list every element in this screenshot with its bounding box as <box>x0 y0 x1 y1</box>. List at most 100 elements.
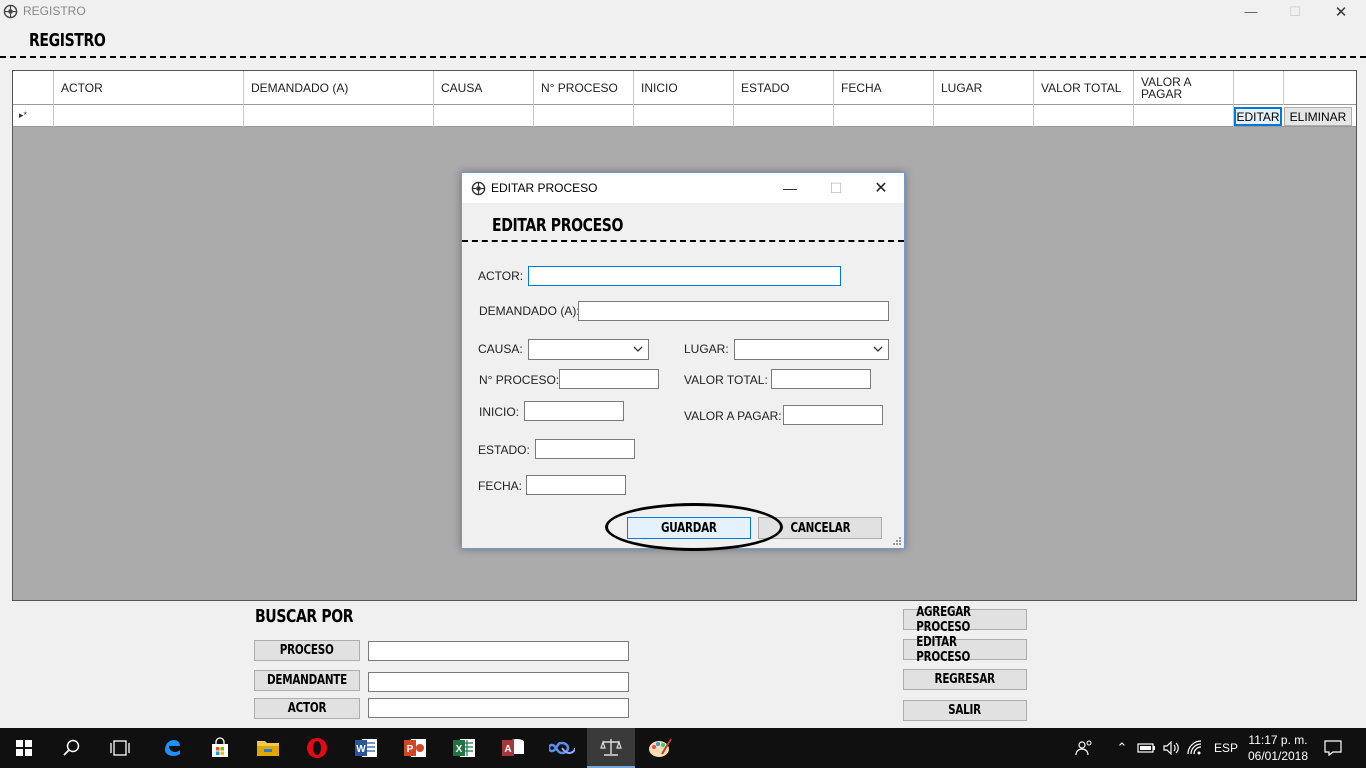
svg-text:W: W <box>356 744 366 755</box>
svg-text:X: X <box>456 744 463 755</box>
paint-icon[interactable] <box>636 728 684 768</box>
column-header-estado[interactable]: ESTADO <box>734 71 834 105</box>
column-header-eliminar <box>1284 71 1356 105</box>
column-header-inicio[interactable]: INICIO <box>634 71 734 105</box>
column-header-lugar[interactable]: LUGAR <box>934 71 1034 105</box>
search-icon[interactable] <box>48 728 96 768</box>
taskbar: W P X A ⌃ ESP 11:17 p. m. 06/01/2018 <box>0 728 1366 768</box>
valor-total-field[interactable] <box>771 369 871 389</box>
dialog-close-button[interactable]: ✕ <box>859 173 903 203</box>
cell-actor[interactable] <box>54 105 244 127</box>
store-icon[interactable] <box>196 728 244 768</box>
app-icon <box>3 4 18 19</box>
edit-process-dialog: EDITAR PROCESO — ☐ ✕ EDITAR PROCESO ACTO… <box>461 172 905 551</box>
lugar-label: LUGAR: <box>684 342 729 356</box>
estado-field[interactable] <box>535 439 635 459</box>
wifi-icon[interactable] <box>1184 728 1208 768</box>
minimize-button[interactable]: — <box>1228 0 1274 23</box>
column-header-causa[interactable]: CAUSA <box>434 71 534 105</box>
search-proceso-input[interactable] <box>368 641 629 661</box>
heading-divider <box>0 56 1366 58</box>
cell-demandado[interactable] <box>244 105 434 127</box>
column-header-demandado[interactable]: DEMANDADO (A) <box>244 71 434 105</box>
file-explorer-icon[interactable] <box>244 728 292 768</box>
notifications-icon[interactable] <box>1318 728 1348 768</box>
word-icon[interactable]: W <box>342 728 390 768</box>
dialog-heading-divider <box>462 240 904 242</box>
volume-icon[interactable] <box>1160 728 1184 768</box>
language-indicator[interactable]: ESP <box>1214 741 1238 755</box>
fecha-field[interactable] <box>526 475 626 495</box>
column-header-valor-pagar[interactable]: VALOR A PAGAR <box>1134 71 1234 105</box>
causa-label: CAUSA: <box>478 342 523 356</box>
cell-n-proceso[interactable] <box>534 105 634 127</box>
grid-header: ACTOR DEMANDADO (A) CAUSA N° PROCESO INI… <box>13 71 1356 105</box>
salir-label: SALIR <box>948 703 982 718</box>
inicio-field[interactable] <box>524 401 624 421</box>
resize-grip-icon[interactable] <box>892 536 902 546</box>
column-header-n-proceso[interactable]: N° PROCESO <box>534 71 634 105</box>
search-demandante-input[interactable] <box>368 672 629 692</box>
column-header-fecha[interactable]: FECHA <box>834 71 934 105</box>
cell-estado[interactable] <box>734 105 834 127</box>
cell-lugar[interactable] <box>934 105 1034 127</box>
maximize-icon: ☐ <box>1289 3 1301 19</box>
editar-proceso-button[interactable]: EDITAR PROCESO <box>903 635 1027 665</box>
salir-button[interactable]: SALIR <box>903 700 1027 721</box>
excel-icon[interactable]: X <box>440 728 488 768</box>
windows-start-icon[interactable] <box>0 728 48 768</box>
column-header-valor-total[interactable]: VALOR TOTAL <box>1034 71 1134 105</box>
editar-proceso-label: EDITAR PROCESO <box>916 634 971 665</box>
task-view-icon[interactable] <box>96 728 144 768</box>
search-proceso-button[interactable]: PROCESO <box>254 640 360 661</box>
valor-pagar-label: VALOR A PAGAR: <box>684 409 782 423</box>
scales-app-icon[interactable] <box>587 728 635 768</box>
infinity-app-icon[interactable] <box>538 728 586 768</box>
search-actor-button[interactable]: ACTOR <box>254 698 360 719</box>
valor-pagar-field[interactable] <box>783 405 883 425</box>
cell-fecha[interactable] <box>834 105 934 127</box>
estado-label: ESTADO: <box>478 443 530 457</box>
search-title: BUSCAR POR <box>255 606 354 627</box>
agregar-proceso-button[interactable]: AGREGAR PROCESO <box>903 605 1027 635</box>
chevron-up-icon[interactable]: ⌃ <box>1110 728 1134 768</box>
maximize-button[interactable]: ☐ <box>1272 0 1318 23</box>
row-edit-button[interactable]: EDITAR <box>1234 107 1282 126</box>
cell-causa[interactable] <box>434 105 534 127</box>
search-proceso-label: PROCESO <box>280 643 334 658</box>
demandado-field[interactable] <box>578 301 889 321</box>
edge-icon[interactable] <box>148 728 196 768</box>
cell-valor-total[interactable] <box>1034 105 1134 127</box>
regresar-button[interactable]: REGRESAR <box>903 669 1027 690</box>
taskbar-clock[interactable]: 11:17 p. m. 06/01/2018 <box>1243 732 1313 764</box>
cell-inicio[interactable] <box>634 105 734 127</box>
table-row[interactable]: ▸* EDITAR ELIMINAR <box>13 105 1356 127</box>
battery-icon[interactable] <box>1134 728 1160 768</box>
lugar-dropdown[interactable] <box>734 339 889 360</box>
close-button[interactable]: ✕ <box>1318 0 1364 23</box>
powerpoint-icon[interactable]: P <box>391 728 439 768</box>
opera-icon[interactable] <box>293 728 341 768</box>
search-actor-label: ACTOR <box>287 701 327 716</box>
window-titlebar: REGISTRO — ☐ ✕ <box>0 0 1366 23</box>
chevron-down-icon <box>873 346 883 352</box>
search-actor-input[interactable] <box>368 698 629 718</box>
row-delete-button[interactable]: ELIMINAR <box>1284 107 1352 126</box>
causa-dropdown[interactable] <box>528 339 649 360</box>
n-proceso-field[interactable] <box>559 369 659 389</box>
people-icon[interactable] <box>1064 728 1104 768</box>
close-icon: ✕ <box>874 180 888 197</box>
actor-field[interactable] <box>528 266 841 286</box>
access-icon[interactable]: A <box>489 728 537 768</box>
fecha-label: FECHA: <box>478 479 523 493</box>
highlight-ellipse <box>605 503 783 551</box>
row-header[interactable]: ▸* <box>13 105 54 127</box>
search-demandante-label: DEMANDANTE <box>266 673 348 688</box>
clock-time: 11:17 p. m. <box>1248 733 1308 747</box>
cell-valor-pagar[interactable] <box>1134 105 1234 127</box>
column-header-actor[interactable]: ACTOR <box>54 71 244 105</box>
dialog-minimize-button[interactable]: — <box>768 173 812 203</box>
search-demandante-button[interactable]: DEMANDANTE <box>254 670 360 691</box>
dialog-maximize-button[interactable]: ☐ <box>814 173 858 203</box>
column-header-editar <box>1234 71 1284 105</box>
